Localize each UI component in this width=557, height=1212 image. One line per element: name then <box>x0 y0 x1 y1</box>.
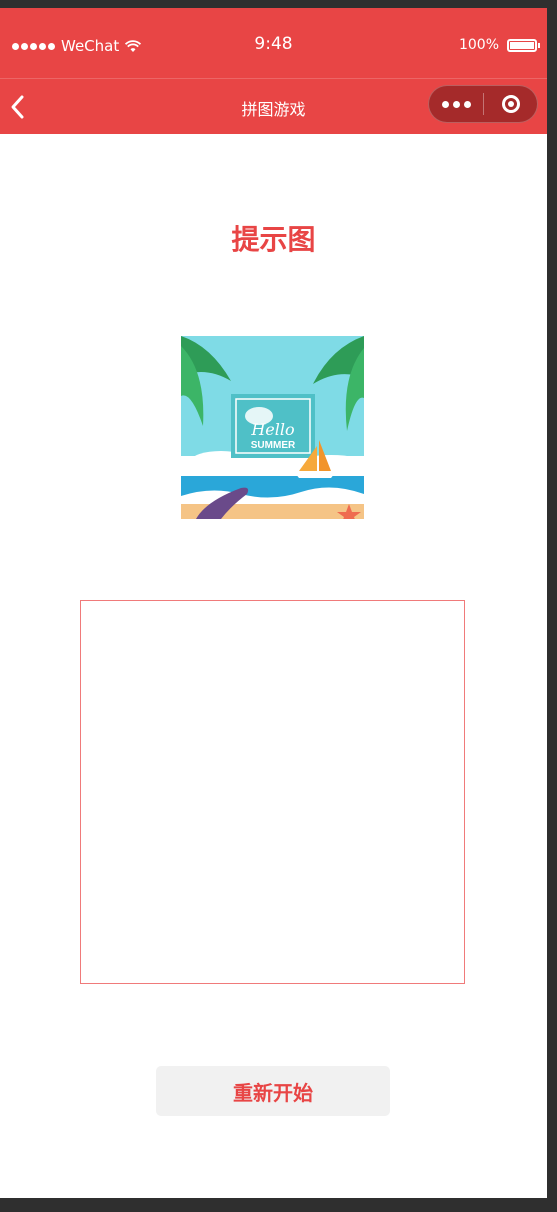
status-right: 100% <box>458 37 540 53</box>
puzzle-board[interactable] <box>80 600 465 984</box>
hint-title: 提示图 <box>231 223 316 256</box>
miniprogram-capsule <box>428 85 538 123</box>
restart-button[interactable]: 重新开始 <box>156 1066 390 1116</box>
hint-image: Hello SUMMER <box>181 336 364 519</box>
hello-text: Hello <box>250 420 294 439</box>
nav-bar: 拼图游戏 <box>0 78 547 134</box>
summer-illustration: Hello SUMMER <box>181 336 364 519</box>
battery-icon <box>507 38 540 52</box>
more-icon[interactable] <box>429 86 483 122</box>
phone-screen: WeChat 9:48 100% 拼图游戏 提示图 Hello SUMMER 重… <box>0 8 547 1198</box>
close-miniprogram-icon[interactable] <box>484 86 537 122</box>
battery-percent: 100% <box>458 37 499 53</box>
summer-text: SUMMER <box>251 440 296 451</box>
status-bar: WeChat 9:48 100% <box>0 8 547 78</box>
